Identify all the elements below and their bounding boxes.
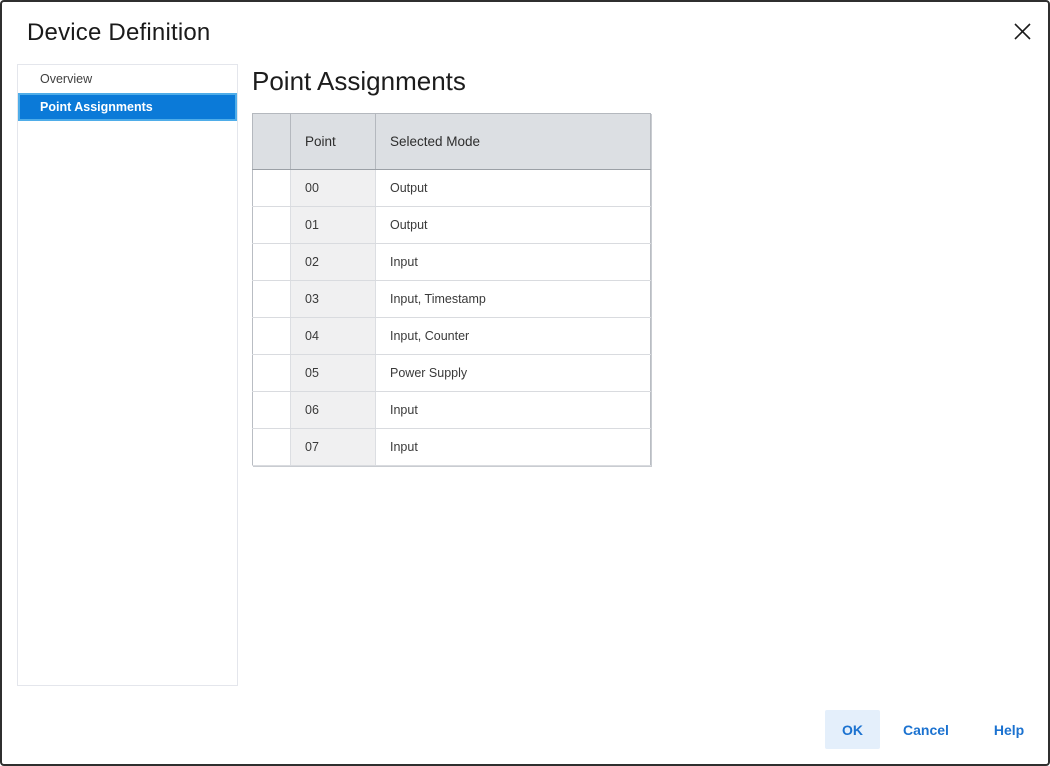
row-selector-cell[interactable] — [253, 170, 291, 207]
page-title: Point Assignments — [252, 66, 466, 97]
point-cell: 04 — [291, 318, 376, 355]
column-header-point: Point — [291, 114, 376, 170]
dialog-title: Device Definition — [27, 19, 210, 47]
selected-mode-cell[interactable]: Input, Timestamp — [376, 281, 651, 318]
row-selector-cell[interactable] — [253, 429, 291, 466]
sidebar-item-point-assignments[interactable]: Point Assignments — [18, 93, 237, 121]
point-cell: 00 — [291, 170, 376, 207]
column-header-selector — [253, 114, 291, 170]
table-row: 07Input — [253, 429, 651, 466]
selected-mode-cell[interactable]: Output — [376, 207, 651, 244]
row-selector-cell[interactable] — [253, 281, 291, 318]
selected-mode-cell[interactable]: Output — [376, 170, 651, 207]
point-cell: 02 — [291, 244, 376, 281]
point-cell: 06 — [291, 392, 376, 429]
row-selector-cell[interactable] — [253, 318, 291, 355]
selected-mode-cell[interactable]: Input — [376, 244, 651, 281]
table-header-row: Point Selected Mode — [253, 114, 651, 170]
point-assignments-table: Point Selected Mode 00Output01Output02In… — [252, 113, 651, 466]
table-row: 04Input, Counter — [253, 318, 651, 355]
sidebar-nav: OverviewPoint Assignments — [17, 64, 238, 686]
column-header-selected-mode: Selected Mode — [376, 114, 651, 170]
row-selector-cell[interactable] — [253, 355, 291, 392]
selected-mode-cell[interactable]: Power Supply — [376, 355, 651, 392]
point-cell: 01 — [291, 207, 376, 244]
table-row: 03Input, Timestamp — [253, 281, 651, 318]
selected-mode-cell[interactable]: Input — [376, 392, 651, 429]
sidebar-item-overview[interactable]: Overview — [18, 65, 237, 93]
selected-mode-cell[interactable]: Input, Counter — [376, 318, 651, 355]
device-definition-dialog: Device Definition OverviewPoint Assignme… — [0, 0, 1050, 766]
point-cell: 03 — [291, 281, 376, 318]
table-row: 05Power Supply — [253, 355, 651, 392]
row-selector-cell[interactable] — [253, 392, 291, 429]
point-cell: 07 — [291, 429, 376, 466]
table-row: 01Output — [253, 207, 651, 244]
row-selector-cell[interactable] — [253, 244, 291, 281]
table-row: 00Output — [253, 170, 651, 207]
close-icon — [1013, 22, 1032, 46]
ok-button[interactable]: OK — [825, 710, 880, 749]
cancel-button[interactable]: Cancel — [888, 710, 964, 749]
point-cell: 05 — [291, 355, 376, 392]
row-selector-cell[interactable] — [253, 207, 291, 244]
table-row: 06Input — [253, 392, 651, 429]
selected-mode-cell[interactable]: Input — [376, 429, 651, 466]
help-button[interactable]: Help — [978, 710, 1040, 749]
table-row: 02Input — [253, 244, 651, 281]
close-button[interactable] — [1010, 22, 1034, 46]
